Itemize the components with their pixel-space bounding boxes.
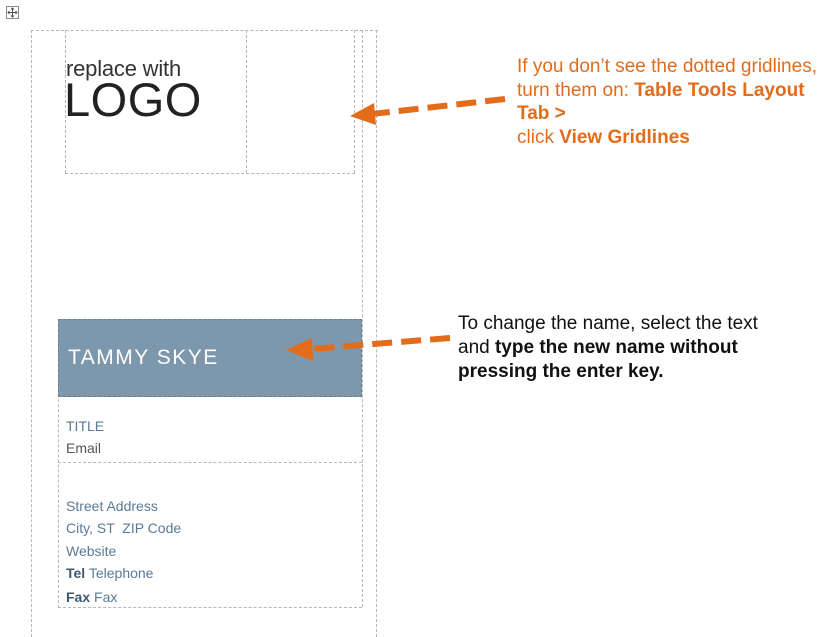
card-name[interactable]: TAMMY SKYE (68, 346, 219, 370)
card-telephone[interactable]: Tel Telephone (66, 562, 153, 584)
logo-placeholder: LOGO (64, 73, 202, 126)
arrow-to-name-icon (286, 335, 451, 361)
tel-value: Telephone (88, 565, 154, 581)
table-move-handle-icon[interactable] (6, 6, 19, 19)
card-email[interactable]: Email (66, 437, 101, 459)
name-note-emphasis: type the new name without pressing the e… (458, 337, 738, 382)
tel-label: Tel (66, 565, 86, 581)
card-street-address[interactable]: Street Address (66, 495, 158, 517)
fax-value: Fax (94, 589, 118, 605)
gridlines-instructions: If you don’t see the dotted gridlines, t… (517, 55, 837, 149)
gridlines-note-command: View Gridlines (559, 126, 690, 148)
gridlines-note-click: click (517, 126, 560, 148)
fax-label: Fax (66, 589, 91, 605)
gridline-title-bottom (58, 462, 362, 463)
gridline-logo-mid (246, 30, 247, 173)
card-fax[interactable]: Fax Fax (66, 586, 117, 608)
gridline-top (31, 30, 378, 31)
arrow-to-gridlines-icon (350, 96, 506, 125)
card-city-line[interactable]: City, ST ZIP Code (66, 517, 181, 539)
card-website[interactable]: Website (66, 540, 116, 562)
gridline-logo-bottom (65, 173, 355, 174)
gridline-left (31, 30, 32, 637)
card-title[interactable]: TITLE (66, 415, 104, 437)
name-instructions: To change the name, select the text and … (458, 312, 788, 384)
